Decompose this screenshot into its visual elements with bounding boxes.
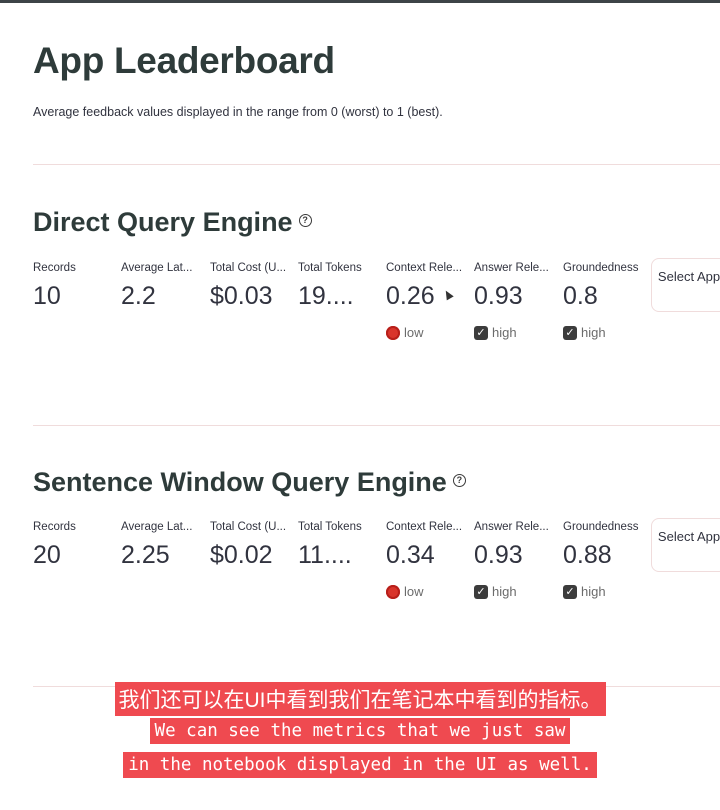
metric-value: 2.25 [121,541,170,569]
metric-label: Total Cost (U... [210,262,287,274]
top-bar [0,0,720,3]
metric-value: 0.88 [563,541,612,569]
caption-english-text: in the notebook displayed in the UI as w… [123,752,597,778]
app-name: Sentence Window Query Engine [33,467,447,497]
check-box-icon: ✓ [563,584,577,599]
page-subtitle: Average feedback values displayed in the… [33,105,443,119]
metric-label: Groundedness [563,262,639,274]
metric-value: 10 [33,282,61,310]
metric-value: $0.02 [210,541,273,569]
metric-label: Answer Rele... [474,521,549,533]
metric-value: 0.93 [474,541,523,569]
metric-records: Records 10 [33,262,119,311]
metric-label: Groundedness [563,521,639,533]
caption-english-line-2: in the notebook displayed in the UI as w… [0,752,720,778]
caption-chinese-text: 我们还可以在UI中看到我们在笔记本中看到的指标。 [114,682,606,716]
red-circle-icon [386,584,400,599]
metric-groundedness: Groundedness 0.88 [563,521,649,570]
metric-value: 0.34 [386,541,435,569]
badge-label: high [492,325,517,340]
caption-english-line-1: We can see the metrics that we just saw [0,718,720,744]
groundedness-badge: ✓ high [563,584,606,599]
metric-total-tokens: Total Tokens 11.... [298,521,384,570]
page-title: App Leaderboard [33,40,335,81]
groundedness-badge: ✓ high [563,325,606,340]
check-box-icon: ✓ [563,325,577,340]
metric-value: 0.8 [563,282,598,310]
metric-label: Total Tokens [298,521,362,533]
metric-value: 11.... [298,541,352,569]
metric-label: Average Lat... [121,262,193,274]
metric-answer-relevance: Answer Rele... 0.93 [474,262,560,311]
help-icon[interactable]: ? [452,474,466,488]
answer-relevance-badge: ✓ high [474,325,517,340]
metric-label: Records [33,521,76,533]
caption-english-text: We can see the metrics that we just saw [149,718,571,744]
metric-answer-relevance: Answer Rele... 0.93 [474,521,560,570]
context-relevance-badge: low [386,325,424,340]
answer-relevance-badge: ✓ high [474,584,517,599]
metric-context-relevance: Context Rele... 0.26 [386,262,472,311]
metric-label: Answer Rele... [474,262,549,274]
metric-label: Total Cost (U... [210,521,287,533]
badge-label: high [492,584,517,599]
metric-total-cost: Total Cost (U... $0.03 [210,262,296,311]
app-title-direct-query-engine: Direct Query Engine? [33,207,312,238]
metric-label: Average Lat... [121,521,193,533]
context-relevance-badge: low [386,584,424,599]
metric-label: Records [33,262,76,274]
badge-label: high [581,325,606,340]
red-circle-icon [386,325,400,340]
metric-value: 0.26 [386,282,435,310]
metric-average-latency: Average Lat... 2.2 [121,262,207,311]
metric-value: 0.93 [474,282,523,310]
metric-average-latency: Average Lat... 2.25 [121,521,207,570]
metric-label: Total Tokens [298,262,362,274]
badge-label: low [404,584,424,599]
metric-context-relevance: Context Rele... 0.34 [386,521,472,570]
app-name: Direct Query Engine [33,207,293,237]
metric-records: Records 20 [33,521,119,570]
app-title-sentence-window-query-engine: Sentence Window Query Engine? [33,467,466,498]
divider [33,425,720,426]
metric-value: 19.... [298,282,354,310]
check-box-icon: ✓ [474,584,488,599]
metric-label: Context Rele... [386,521,463,533]
divider [33,164,720,165]
check-box-icon: ✓ [474,325,488,340]
metric-groundedness: Groundedness 0.8 [563,262,649,311]
help-icon[interactable]: ? [298,214,312,228]
select-app-button[interactable]: Select App [651,518,720,572]
metric-label: Context Rele... [386,262,463,274]
metric-value: 20 [33,541,61,569]
metric-value: 2.2 [121,282,156,310]
metric-total-cost: Total Cost (U... $0.02 [210,521,296,570]
select-app-button[interactable]: Select App [651,258,720,312]
metric-total-tokens: Total Tokens 19.... [298,262,384,311]
badge-label: low [404,325,424,340]
badge-label: high [581,584,606,599]
caption-chinese: 我们还可以在UI中看到我们在笔记本中看到的指标。 [0,682,720,716]
metric-value: $0.03 [210,282,273,310]
